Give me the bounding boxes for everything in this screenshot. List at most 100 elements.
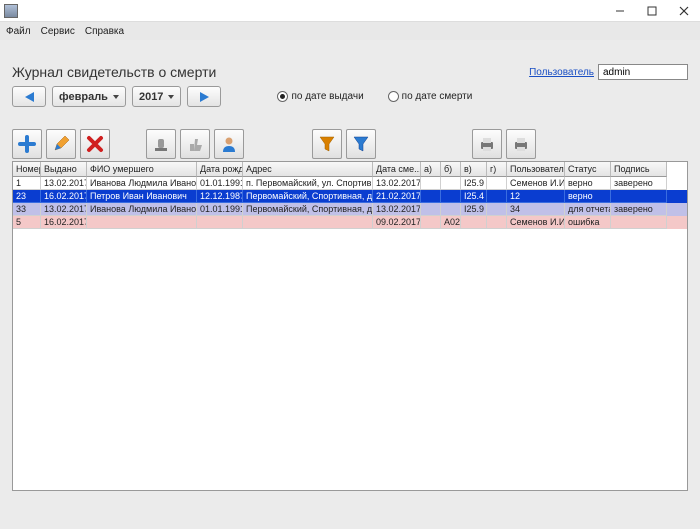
print2-button[interactable]: [506, 129, 536, 159]
cell: п. Первомайский, ул. Спортивная: [243, 177, 373, 190]
cell: Петров Иван Иванович: [87, 190, 197, 203]
stamp-icon: [151, 134, 171, 154]
cell: 13.02.2017: [41, 203, 87, 216]
chevron-down-icon: [168, 95, 174, 99]
table-row[interactable]: 2316.02.2017Петров Иван Иванович12.12.19…: [13, 190, 687, 203]
cell: Первомайский, Спортивная, д.2: [243, 203, 373, 216]
cell: I25.9: [461, 177, 487, 190]
arrow-right-icon: [200, 92, 209, 102]
user-label[interactable]: Пользователь: [529, 67, 594, 78]
cell: [87, 216, 197, 229]
radio-icon: [388, 91, 399, 102]
cell: верно: [565, 177, 611, 190]
table-row[interactable]: 3313.02.2017Иванова Людмила Ивановна01.0…: [13, 203, 687, 216]
cell: 16.02.2017: [41, 190, 87, 203]
month-select[interactable]: февраль: [52, 86, 126, 107]
cell: ошибка: [565, 216, 611, 229]
printer-icon: [477, 134, 497, 154]
chevron-down-icon: [113, 95, 119, 99]
add-button[interactable]: [12, 129, 42, 159]
maximize-button[interactable]: [636, 0, 668, 22]
table-row[interactable]: 1 13.02.2017 Иванова Людмила Ивановна01.01…: [13, 177, 687, 190]
col-a[interactable]: а): [421, 162, 441, 177]
table-row[interactable]: 516.02.2017 09.02.2017 A02.2 Семенов И.И.ош…: [13, 216, 687, 229]
printer-icon: [511, 134, 531, 154]
cell: [487, 177, 507, 190]
cell: 01.01.1991: [197, 177, 243, 190]
cell: [421, 216, 441, 229]
cell: для отчета: [565, 203, 611, 216]
col-sign[interactable]: Подпись: [611, 162, 667, 177]
cell: Первомайский, Спортивная, д.2, к: [243, 190, 373, 203]
col-death[interactable]: Дата сме...: [373, 162, 421, 177]
close-button[interactable]: [668, 0, 700, 22]
menu-file[interactable]: Файл: [6, 26, 31, 37]
stamp-button[interactable]: [146, 129, 176, 159]
col-num[interactable]: Номер: [13, 162, 41, 177]
menu-help[interactable]: Справка: [85, 26, 124, 37]
cell: 13.02.2017: [373, 203, 421, 216]
col-addr[interactable]: Адрес: [243, 162, 373, 177]
app-icon: [4, 4, 18, 18]
thumb-icon: [185, 134, 205, 154]
cell: 01.01.1991: [197, 203, 243, 216]
funnel-blue-icon: [351, 134, 371, 154]
cell: Семенов И.И.: [507, 177, 565, 190]
person-button[interactable]: [214, 129, 244, 159]
cell: 33: [13, 203, 41, 216]
cell: 16.02.2017: [41, 216, 87, 229]
col-fio[interactable]: ФИО умершего: [87, 162, 197, 177]
funnel-button[interactable]: [312, 129, 342, 159]
print-button[interactable]: [472, 129, 502, 159]
cell: Семенов И.И.: [507, 216, 565, 229]
col-g[interactable]: г): [487, 162, 507, 177]
funnel-icon: [317, 134, 337, 154]
grid-header: Номер Выдано ФИО умершего Дата рожд. Адр…: [13, 162, 687, 177]
cell: 12.12.1987: [197, 190, 243, 203]
cell: 1: [13, 177, 41, 190]
year-select[interactable]: 2017: [132, 86, 181, 107]
radio-by-issue[interactable]: по дате выдачи: [277, 91, 363, 102]
cell: верно: [565, 190, 611, 203]
delete-button[interactable]: [80, 129, 110, 159]
cell: заверено: [611, 177, 667, 190]
cell: Иванова Людмила Ивановна: [87, 203, 197, 216]
radio-label: по дате смерти: [402, 91, 473, 102]
cell: A02.2: [441, 216, 461, 229]
user-input[interactable]: [598, 64, 688, 80]
cell: [421, 177, 441, 190]
month-value: февраль: [59, 91, 108, 103]
cell: [441, 190, 461, 203]
approve-button[interactable]: [180, 129, 210, 159]
cell: [611, 190, 667, 203]
menu-service[interactable]: Сервис: [41, 26, 75, 37]
titlebar: [0, 0, 700, 22]
cell: 13.02.2017: [373, 177, 421, 190]
cell: [441, 177, 461, 190]
col-birth[interactable]: Дата рожд.: [197, 162, 243, 177]
col-status[interactable]: Статус: [565, 162, 611, 177]
cell: Иванова Людмила Ивановна: [87, 177, 197, 190]
minimize-button[interactable]: [604, 0, 636, 22]
prev-month-button[interactable]: [12, 86, 46, 107]
cell: [421, 190, 441, 203]
page-title: Журнал свидетельств о смерти: [12, 64, 216, 80]
toolbar: [12, 129, 688, 159]
data-grid[interactable]: Номер Выдано ФИО умершего Дата рожд. Адр…: [12, 161, 688, 491]
cell: 23: [13, 190, 41, 203]
edit-button[interactable]: [46, 129, 76, 159]
col-issued[interactable]: Выдано: [41, 162, 87, 177]
funnel-clear-button[interactable]: [346, 129, 376, 159]
cell: [487, 203, 507, 216]
next-month-button[interactable]: [187, 86, 221, 107]
cell: 09.02.2017: [373, 216, 421, 229]
x-icon: [85, 134, 105, 154]
col-user[interactable]: Пользователь: [507, 162, 565, 177]
cell: 5: [13, 216, 41, 229]
col-b[interactable]: б): [441, 162, 461, 177]
cell: [461, 216, 487, 229]
arrow-left-icon: [25, 92, 34, 102]
cell: [487, 190, 507, 203]
radio-by-death[interactable]: по дате смерти: [388, 91, 473, 102]
col-v[interactable]: в): [461, 162, 487, 177]
